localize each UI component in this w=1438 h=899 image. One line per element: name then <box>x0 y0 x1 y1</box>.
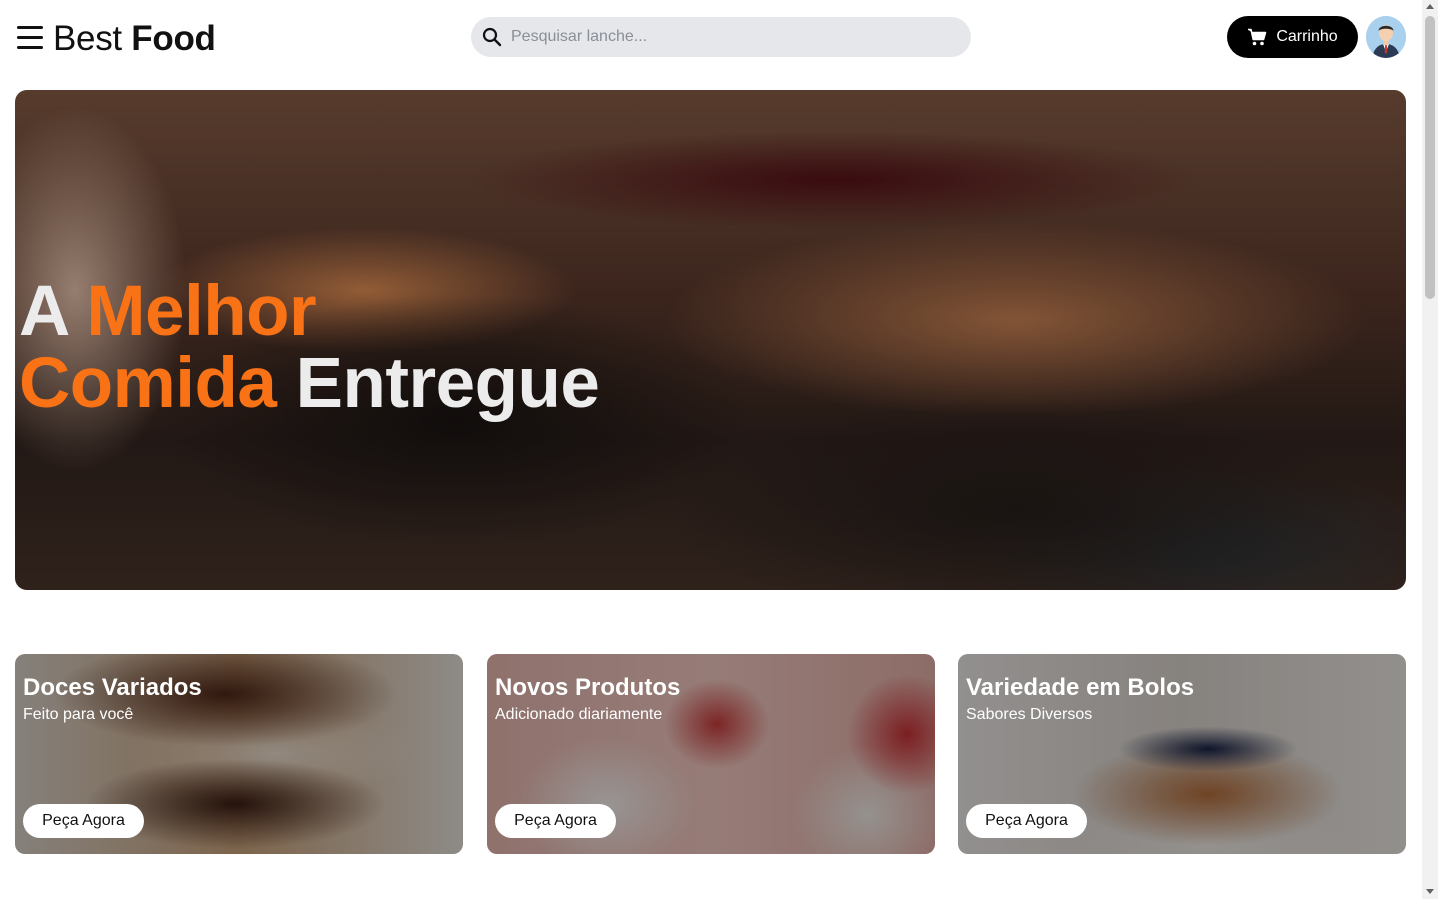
hero-word: A <box>19 272 68 351</box>
logo-text-bold: Food <box>131 19 216 58</box>
top-header: Best Food Carrinho <box>0 0 1422 78</box>
search-input[interactable] <box>511 17 951 57</box>
hero-word-accent: Melhor <box>86 272 317 351</box>
avatar-illustration <box>1366 16 1406 58</box>
cart-button[interactable]: Carrinho <box>1227 16 1358 58</box>
hero-word-accent: Comida <box>19 344 277 423</box>
order-now-button[interactable]: Peça Agora <box>966 804 1087 838</box>
page-scrollbar[interactable] <box>1422 0 1438 899</box>
order-now-button[interactable]: Peça Agora <box>23 804 144 838</box>
logo-text-light: Best <box>53 19 122 58</box>
scrollbar-thumb[interactable] <box>1425 16 1435 299</box>
card-subtitle: Adicionado diariamente <box>495 706 663 723</box>
brand-logo[interactable]: Best Food <box>53 18 216 60</box>
hamburger-menu-icon[interactable] <box>17 25 43 49</box>
scroll-down-arrow-icon[interactable] <box>1426 889 1434 894</box>
user-avatar-icon[interactable] <box>1366 16 1406 58</box>
promo-card-bolos: Variedade em Bolos Sabores Diversos Peça… <box>958 654 1406 854</box>
order-now-button[interactable]: Peça Agora <box>495 804 616 838</box>
cart-label: Carrinho <box>1276 28 1338 45</box>
search-bar <box>471 17 971 57</box>
scroll-up-arrow-icon[interactable] <box>1426 4 1434 9</box>
hero-word: Entregue <box>295 344 600 423</box>
search-icon[interactable] <box>482 27 502 47</box>
card-title: Doces Variados <box>23 674 202 701</box>
card-subtitle: Feito para você <box>23 706 134 723</box>
promo-card-novos-produtos: Novos Produtos Adicionado diariamente Pe… <box>487 654 935 854</box>
hero-title: A Melhor Comida Entregue <box>19 276 600 423</box>
hero-banner: A Melhor Comida Entregue <box>15 90 1406 590</box>
cart-icon <box>1248 28 1267 46</box>
card-subtitle: Sabores Diversos <box>966 706 1093 723</box>
card-title: Variedade em Bolos <box>966 674 1195 701</box>
promo-card-doces: Doces Variados Feito para você Peça Agor… <box>15 654 463 854</box>
card-title: Novos Produtos <box>495 674 681 701</box>
